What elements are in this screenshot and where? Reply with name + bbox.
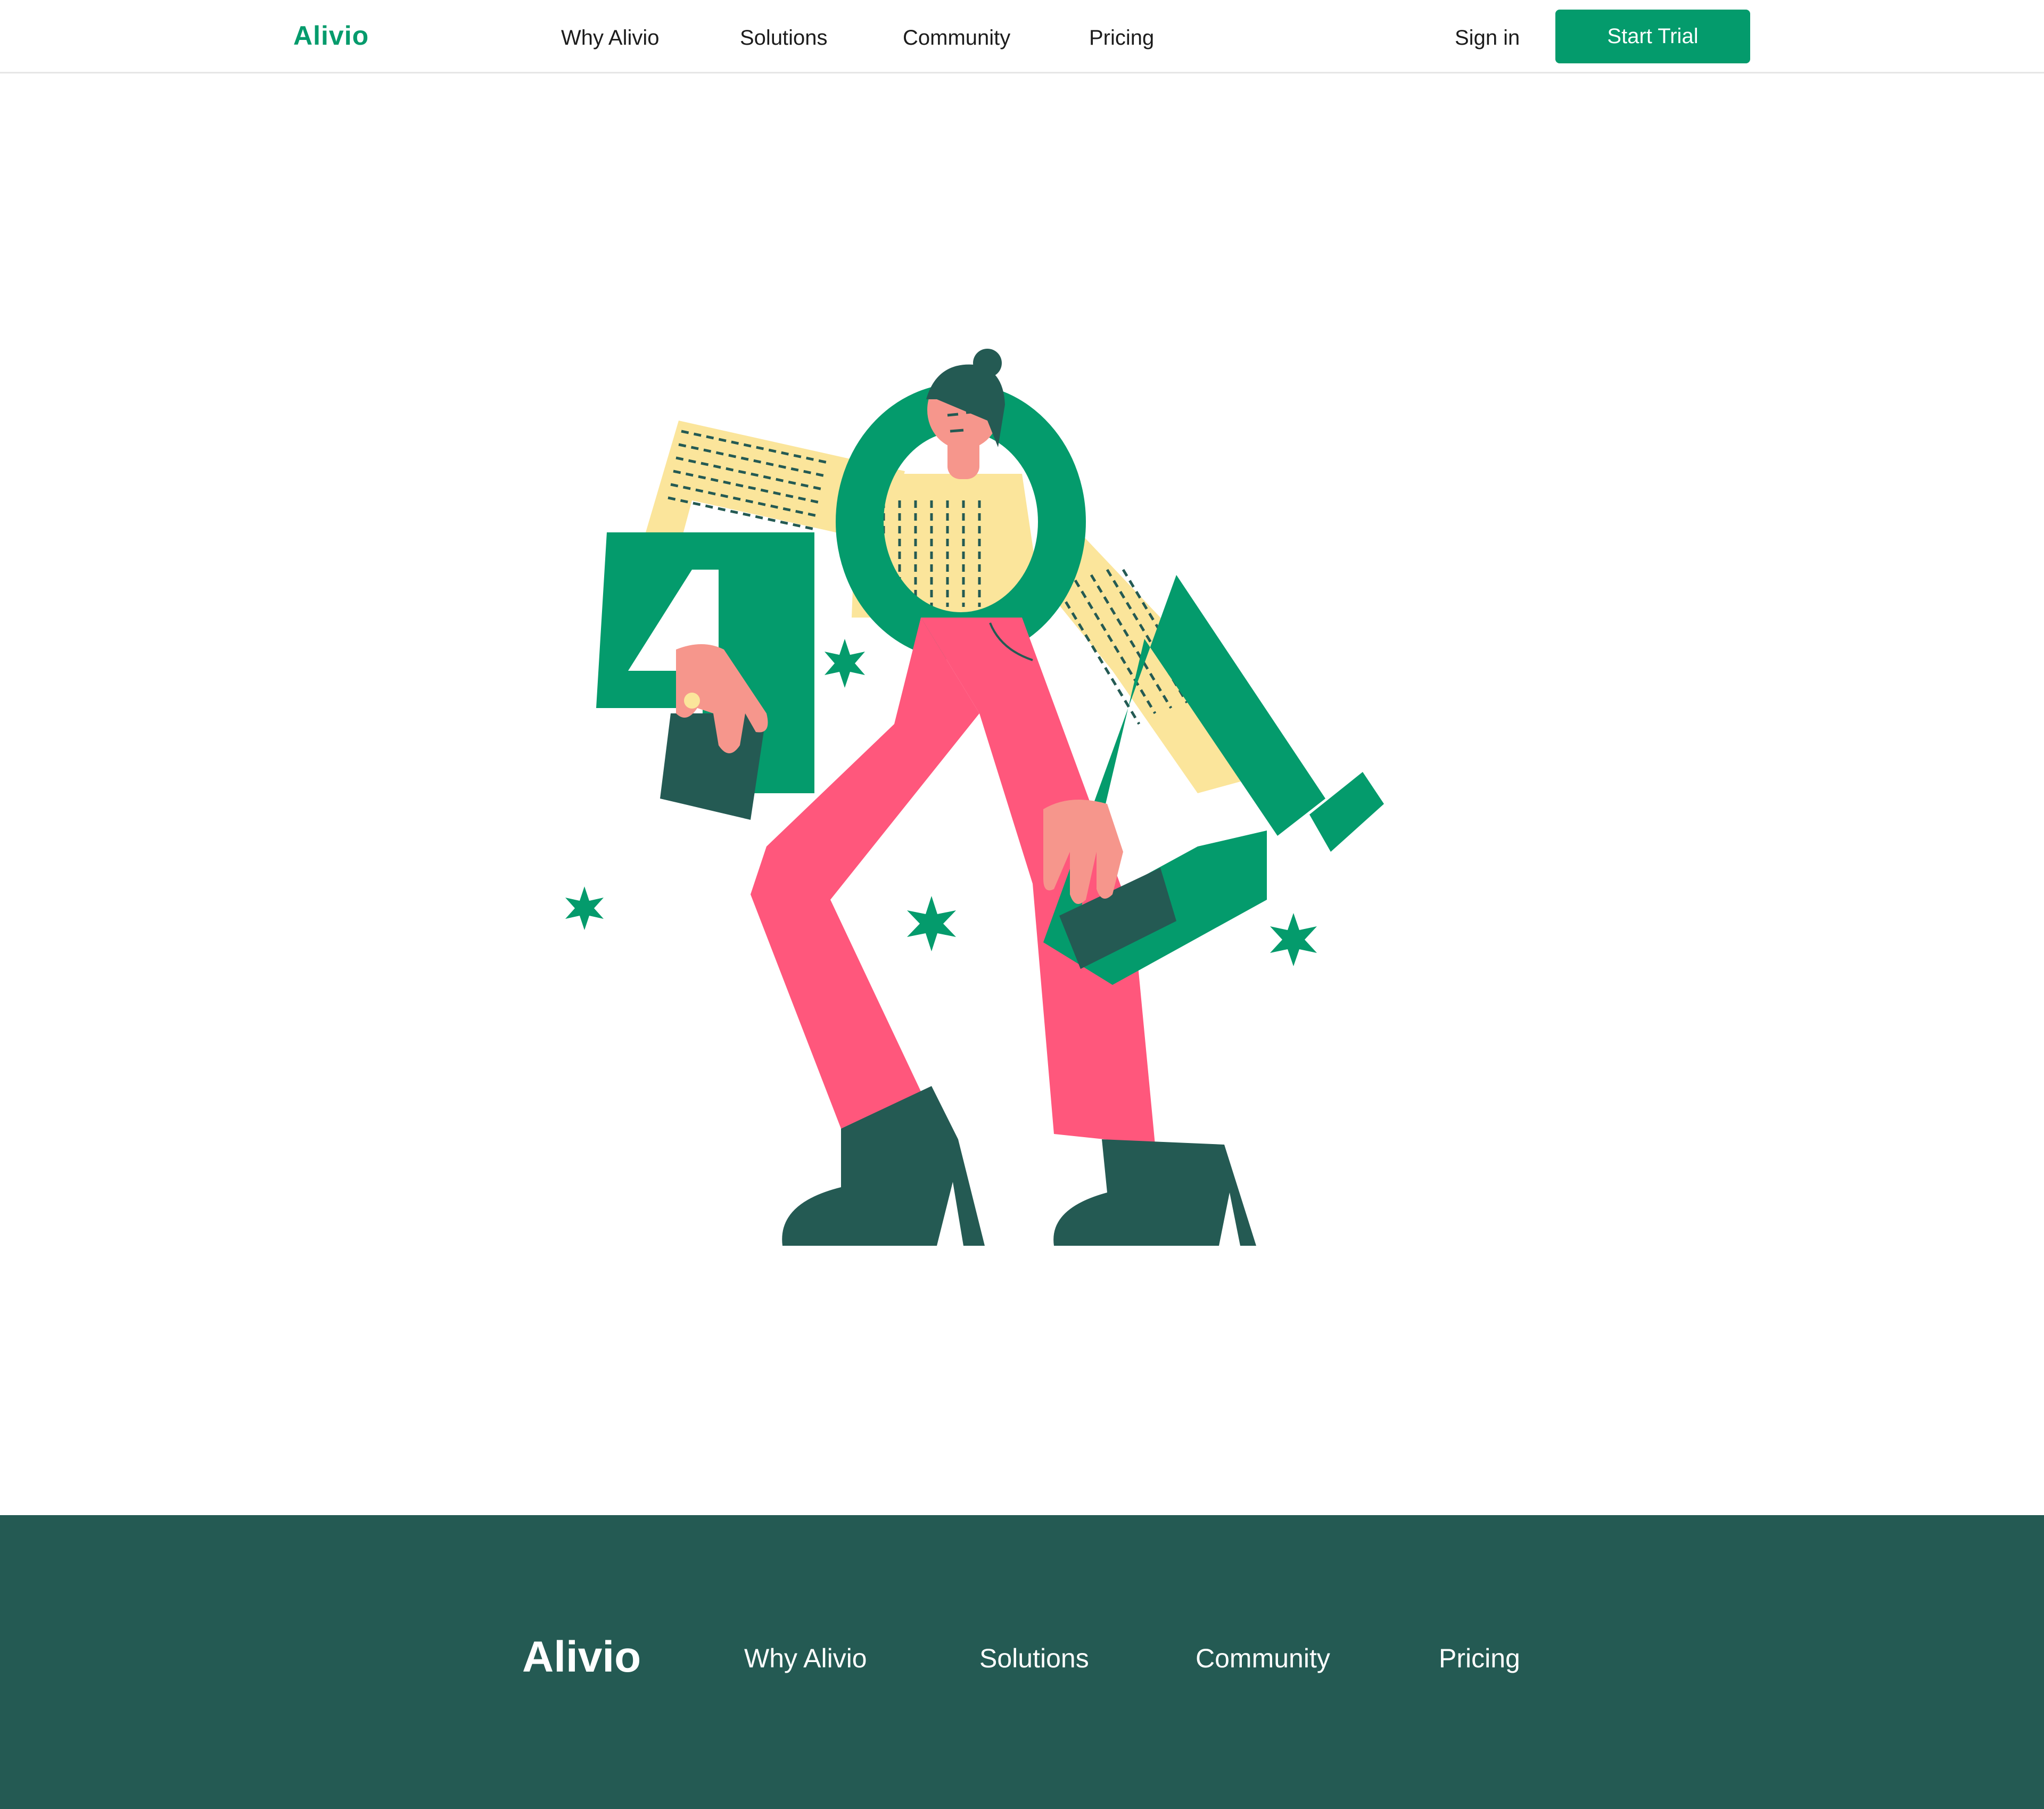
nav-link-pricing[interactable]: Pricing: [1089, 26, 1154, 50]
brand-logo[interactable]: Alivio: [293, 20, 369, 51]
footer-link-community[interactable]: Community: [1196, 1643, 1330, 1674]
nav-link-community[interactable]: Community: [903, 26, 1010, 50]
top-navigation-bar: Alivio Why Alivio Solutions Community Pr…: [0, 0, 2044, 73]
footer-link-pricing[interactable]: Pricing: [1439, 1643, 1520, 1674]
footer-brand-logo[interactable]: Alivio: [522, 1632, 641, 1682]
character-head: [926, 349, 1005, 449]
star-icon: [565, 886, 604, 930]
star-icon: [907, 896, 956, 951]
start-trial-button[interactable]: Start Trial: [1555, 10, 1750, 63]
nav-link-why-alivio[interactable]: Why Alivio: [561, 26, 660, 50]
footer-link-solutions[interactable]: Solutions: [979, 1643, 1089, 1674]
footer-link-why-alivio[interactable]: Why Alivio: [744, 1643, 867, 1674]
star-icon: [1270, 913, 1317, 966]
sign-in-link[interactable]: Sign in: [1455, 26, 1520, 50]
star-icon: [825, 639, 865, 688]
error-404-illustration: [565, 349, 1384, 1246]
nav-link-solutions[interactable]: Solutions: [740, 26, 828, 50]
site-footer: Alivio Why Alivio Solutions Community Pr…: [0, 1515, 2044, 1809]
